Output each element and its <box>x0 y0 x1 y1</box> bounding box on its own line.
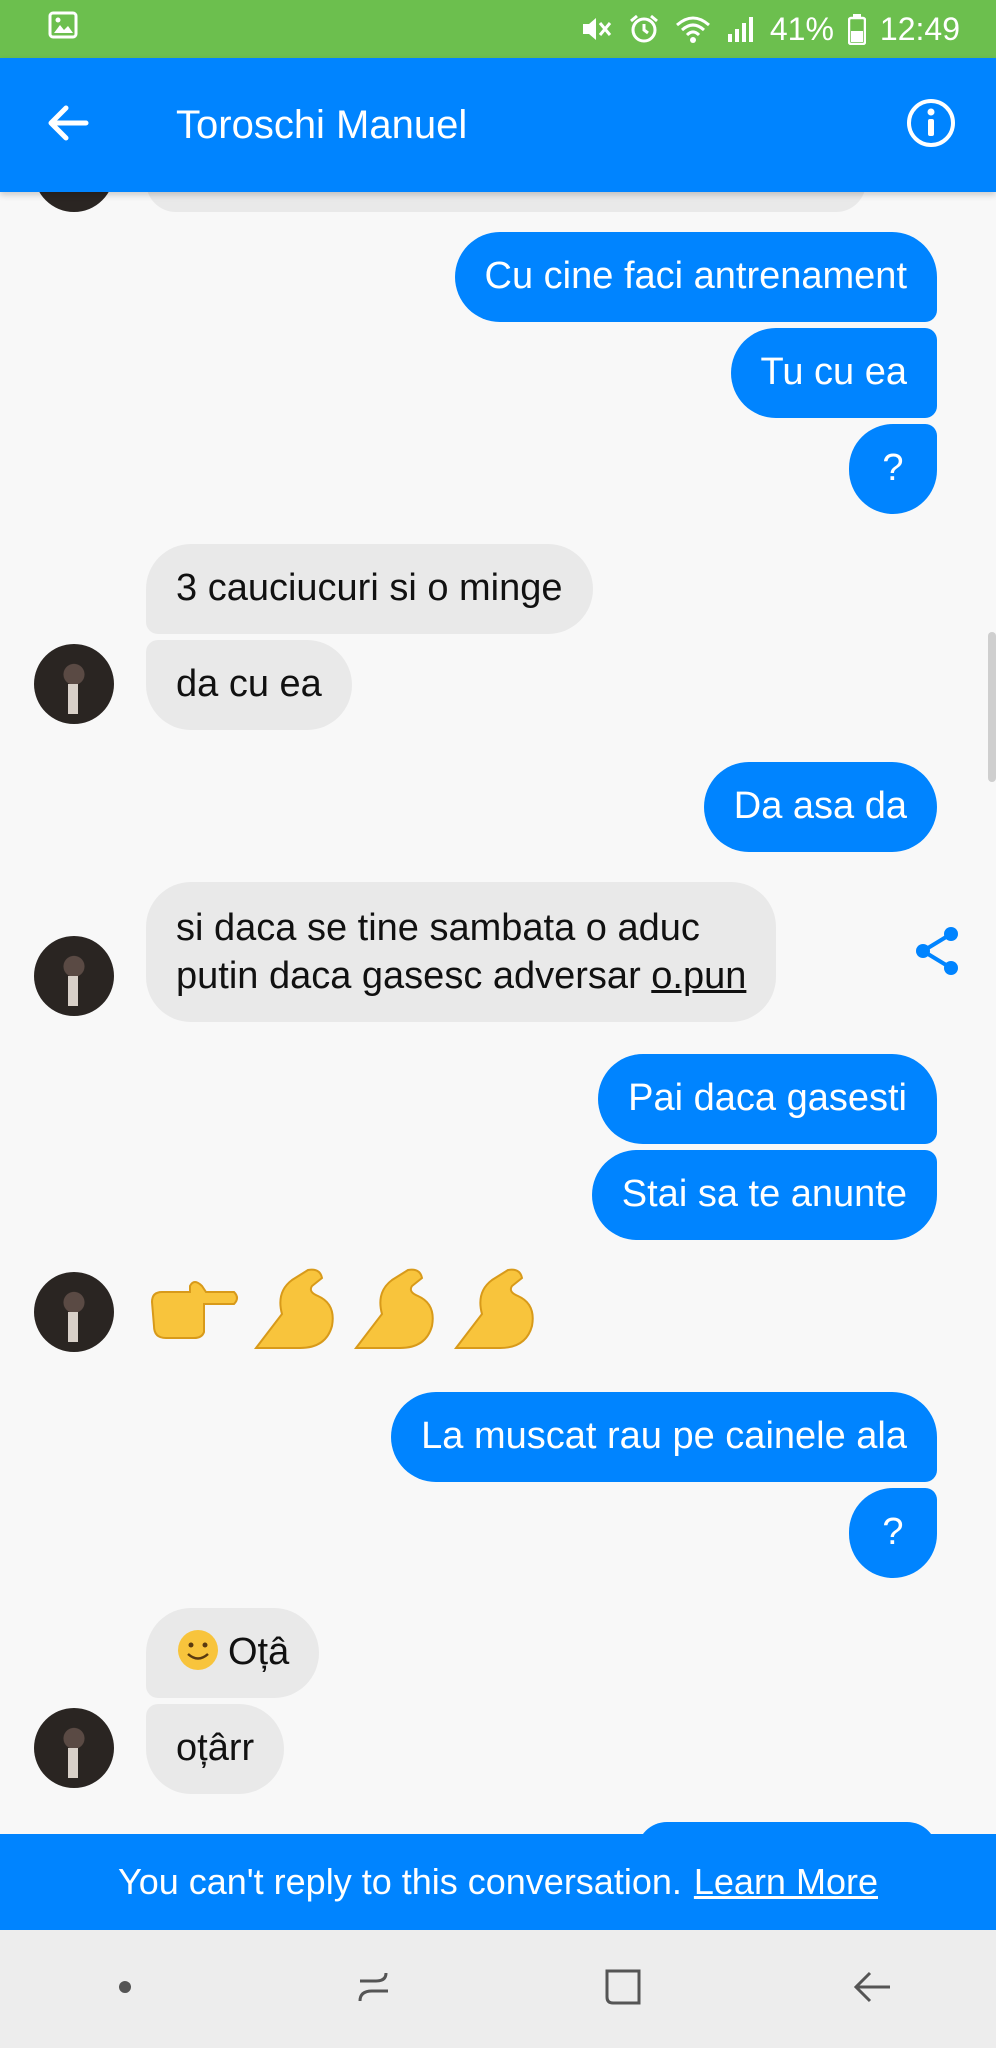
message-bubble-outgoing[interactable]: ? <box>849 1488 937 1578</box>
scrollbar[interactable] <box>988 632 996 782</box>
message-bubble-incoming[interactable]: Oțâ <box>146 1608 320 1698</box>
message-bubble-incoming[interactable]: da cu ea <box>146 640 352 730</box>
avatar[interactable] <box>34 936 114 1016</box>
emoji-message[interactable] <box>146 1262 542 1358</box>
avatar[interactable] <box>34 1272 114 1352</box>
avatar[interactable] <box>34 192 114 212</box>
smiling-face-emoji-icon <box>176 1628 220 1672</box>
cannot-reply-banner: You can't reply to this conversation. Le… <box>0 1834 996 1930</box>
home-button[interactable] <box>563 1939 683 2039</box>
learn-more-link[interactable]: Learn More <box>694 1861 878 1903</box>
recent-apps-button[interactable] <box>314 1939 434 2039</box>
avatar[interactable] <box>34 1708 114 1788</box>
flexed-biceps-emoji-icon <box>346 1262 442 1358</box>
home-icon <box>601 1965 645 2014</box>
arrow-left-icon <box>46 103 90 148</box>
message-bubble-outgoing[interactable]: Stai sa te anunte <box>591 1150 937 1240</box>
message-bubble-incoming[interactable]: oțârr <box>146 1704 285 1794</box>
alarm-icon <box>628 13 660 45</box>
message-bubble-outgoing[interactable] <box>637 1822 937 1834</box>
clock-time: 12:49 <box>879 10 960 47</box>
message-bubble-outgoing[interactable]: Cu cine faci antrenament <box>454 232 937 322</box>
message-bubble-outgoing[interactable]: Pai daca gasesti <box>598 1054 937 1144</box>
message-text: putin daca gasesc adversar o.pun <box>176 955 747 997</box>
message-bubble-outgoing[interactable]: Da asa da <box>703 762 937 852</box>
battery-percent: 41% <box>769 10 834 47</box>
message-bubble-outgoing[interactable]: Tu cu ea <box>730 328 937 418</box>
message-link[interactable]: o.pun <box>651 955 746 997</box>
status-bar: 41% 12:49 <box>0 0 996 58</box>
share-button[interactable] <box>910 926 964 980</box>
contact-name[interactable]: Toroschi Manuel <box>136 103 866 148</box>
message-bubble-incoming[interactable]: si daca se tine sambata o aduc putin dac… <box>146 882 777 1022</box>
info-button[interactable] <box>866 58 996 192</box>
system-navigation-bar <box>0 1930 996 2048</box>
message-bubble-incoming[interactable]: 3 cauciucuri si o minge <box>146 544 593 634</box>
signal-icon <box>726 14 756 44</box>
message-text: Oțâ <box>228 1631 290 1673</box>
pointing-right-emoji-icon <box>146 1262 242 1358</box>
message-bubble-outgoing[interactable]: ? <box>849 424 937 514</box>
message-list[interactable]: Cu cine faci antrenament Tu cu ea ? 3 ca… <box>0 192 996 1834</box>
recent-apps-icon <box>352 1967 396 2012</box>
wifi-icon <box>674 14 712 44</box>
message-bubble-incoming[interactable] <box>146 192 866 212</box>
flexed-biceps-emoji-icon <box>446 1262 542 1358</box>
banner-text: You can't reply to this conversation. <box>118 1861 682 1902</box>
flexed-biceps-emoji-icon <box>246 1262 342 1358</box>
info-icon <box>905 97 957 154</box>
nav-dot-button[interactable] <box>65 1939 185 2039</box>
back-arrow-icon <box>850 1967 894 2012</box>
message-text: si daca se tine sambata o aduc <box>176 907 700 949</box>
mute-icon <box>580 14 614 44</box>
message-bubble-outgoing[interactable]: La muscat rau pe cainele ala <box>391 1392 937 1482</box>
gallery-notification-icon <box>48 10 78 48</box>
back-nav-button[interactable] <box>812 1939 932 2039</box>
conversation-header: Toroschi Manuel <box>0 58 996 192</box>
avatar[interactable] <box>34 644 114 724</box>
dot-icon <box>117 1979 133 2000</box>
back-button[interactable] <box>0 58 136 192</box>
share-icon <box>913 925 961 982</box>
battery-icon <box>847 13 866 45</box>
